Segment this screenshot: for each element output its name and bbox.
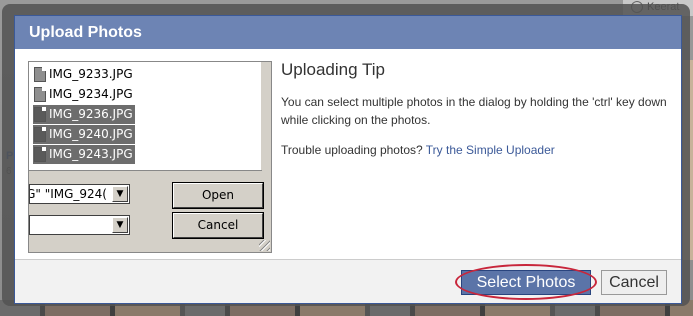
filename-value: G" "IMG_924( (29, 187, 107, 201)
file-item-selected[interactable]: IMG_9236.JPG (33, 105, 135, 124)
tip-title: Uploading Tip (281, 60, 385, 79)
file-name: IMG_9233.JPG (49, 67, 133, 81)
chevron-down-icon[interactable]: ▼ (112, 186, 128, 202)
file-name: IMG_9236.JPG (49, 107, 133, 121)
file-dialog-cancel-button[interactable]: Cancel (172, 212, 264, 239)
simple-uploader-link[interactable]: Try the Simple Uploader (426, 143, 555, 157)
file-item[interactable]: IMG_9233.JPG (33, 65, 135, 84)
dialog-title: Upload Photos (14, 15, 682, 49)
trouble-text: Trouble uploading photos? (281, 143, 423, 157)
file-dialog-screenshot: IMG_9233.JPG IMG_9234.JPG IMG_9236.JPG I… (28, 61, 272, 253)
dialog-overlay-frame: Upload Photos IMG_9233.JPG IMG_9234.JPG … (2, 4, 690, 306)
image-file-icon (34, 107, 46, 122)
file-item[interactable]: IMG_9234.JPG (33, 85, 135, 104)
file-name: IMG_9234.JPG (49, 87, 133, 101)
image-file-icon (34, 127, 46, 142)
resize-grip-icon[interactable] (259, 240, 270, 251)
cancel-button[interactable]: Cancel (601, 270, 667, 295)
filename-combo[interactable]: G" "IMG_924( ▼ (29, 184, 130, 204)
trouble-line: Trouble uploading photos? Try the Simple… (281, 143, 555, 157)
tip-body: You can select multiple photos in the di… (281, 95, 667, 127)
image-file-icon (34, 87, 46, 102)
select-photos-button[interactable]: Select Photos (461, 270, 591, 295)
upload-photos-dialog: Upload Photos IMG_9233.JPG IMG_9234.JPG … (14, 15, 682, 304)
file-name: IMG_9243.JPG (49, 147, 133, 161)
filetype-combo[interactable]: ▼ (29, 215, 130, 235)
dialog-footer: Select Photos Cancel (15, 259, 681, 303)
file-item-selected[interactable]: IMG_9243.JPG (33, 145, 135, 164)
file-list: IMG_9233.JPG IMG_9234.JPG IMG_9236.JPG I… (29, 62, 262, 171)
open-button[interactable]: Open (172, 182, 264, 209)
chevron-down-icon[interactable]: ▼ (112, 217, 128, 233)
image-file-icon (34, 147, 46, 162)
image-file-icon (34, 67, 46, 82)
file-item-selected[interactable]: IMG_9240.JPG (33, 125, 135, 144)
file-name: IMG_9240.JPG (49, 127, 133, 141)
file-list-scroll-strip (261, 62, 271, 170)
